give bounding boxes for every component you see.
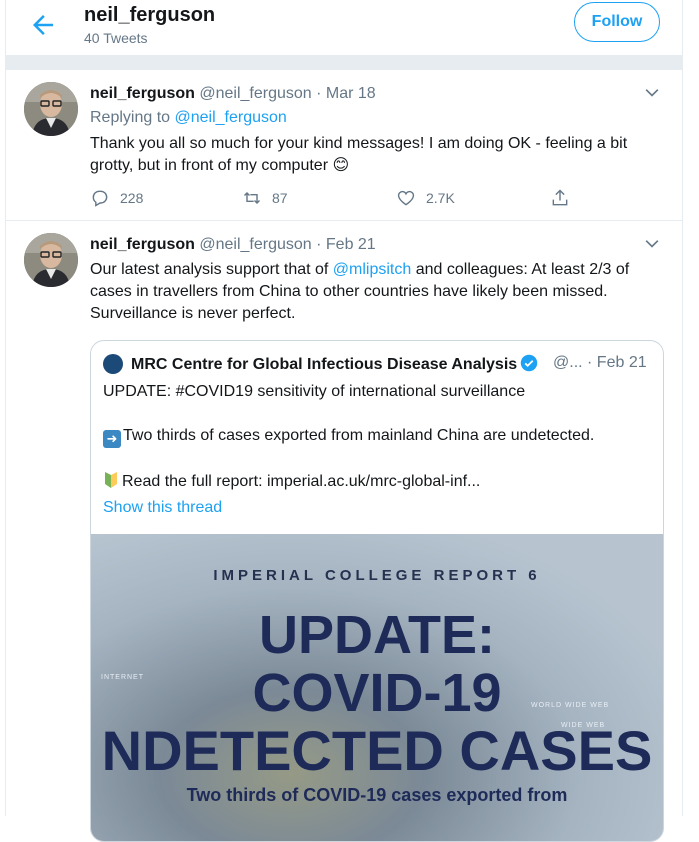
avatar[interactable] — [24, 82, 78, 136]
share-button[interactable] — [550, 186, 580, 210]
tweet-author-name[interactable]: neil_ferguson — [90, 236, 195, 253]
profile-header: neil_ferguson 40 Tweets Follow — [6, 0, 682, 55]
quoted-avatar[interactable] — [103, 354, 123, 374]
profile-name: neil_ferguson — [84, 4, 216, 26]
right-arrow-emoji-icon: ➜ — [103, 430, 121, 448]
tweet-text: Thank you all so much for your kind mess… — [90, 133, 670, 177]
follow-button[interactable]: Follow — [574, 2, 660, 42]
report-headline-1: UPDATE: — [259, 605, 495, 665]
retweet-icon — [243, 191, 261, 205]
quoted-tweet[interactable]: MRC Centre for Global Infectious Disease… — [90, 340, 664, 842]
replying-handle-link[interactable]: @neil_ferguson — [175, 109, 287, 126]
like-count: 2.7K — [426, 190, 455, 206]
quoted-line-3: Read the full report: imperial.ac.uk/mrc… — [122, 473, 481, 490]
section-divider — [6, 55, 682, 70]
tweet-actions: 228 87 2.7K — [90, 186, 610, 210]
quoted-line-2: Two thirds of cases exported from mainla… — [123, 427, 595, 444]
tweet-body-start: Our latest analysis support that of — [90, 261, 329, 278]
chevron-down-icon[interactable] — [642, 83, 662, 103]
retweet-count: 87 — [272, 190, 288, 206]
back-arrow-icon[interactable] — [28, 10, 58, 40]
report-subtitle: Two thirds of COVID-19 cases exported fr… — [186, 785, 568, 805]
tweet-author-meta: @neil_ferguson · Feb 21 — [199, 236, 376, 253]
reply-icon — [92, 190, 108, 207]
tweet-text: Our latest analysis support that of @mli… — [90, 259, 670, 325]
replying-to: Replying to @neil_ferguson — [90, 109, 287, 127]
show-thread-link[interactable]: Show this thread — [103, 499, 222, 517]
tweet-author-meta: @neil_ferguson · Mar 18 — [199, 85, 376, 102]
quoted-meta: @... · Feb 21 — [553, 354, 647, 371]
share-icon — [552, 189, 568, 206]
report-image[interactable]: INTERNET WORLD WIDE WEB WIDE WEB IMPERIA… — [91, 534, 663, 841]
timeline-column: neil_ferguson 40 Tweets Follow neil_ferg… — [5, 0, 683, 842]
quoted-author-name[interactable]: MRC Centre for Global Infectious Disease… — [131, 356, 517, 373]
beginner-symbol-icon — [105, 472, 117, 488]
tweet-author-name[interactable]: neil_ferguson — [90, 85, 195, 102]
verified-badge-icon — [520, 354, 538, 372]
chevron-down-icon[interactable] — [642, 234, 662, 254]
reply-button[interactable]: 228 — [90, 186, 143, 210]
report-kicker: IMPERIAL COLLEGE REPORT 6 — [213, 567, 541, 584]
report-headline-3: NDETECTED CASES — [101, 719, 653, 782]
tweet-body: Thank you all so much for your kind mess… — [90, 135, 628, 174]
replying-label: Replying to — [90, 109, 171, 126]
reply-count: 228 — [120, 190, 144, 206]
mention-link[interactable]: @mlipsitch — [333, 261, 411, 278]
heart-icon — [397, 190, 415, 206]
tweet[interactable]: neil_ferguson @neil_ferguson · Feb 21 Ou… — [6, 221, 682, 842]
avatar[interactable] — [24, 233, 78, 287]
retweet-button[interactable]: 87 — [242, 186, 288, 210]
like-button[interactable]: 2.7K — [396, 186, 455, 210]
tweet[interactable]: neil_ferguson @neil_ferguson · Mar 18 Re… — [6, 70, 682, 221]
report-headline-2: COVID-19 — [252, 663, 502, 723]
tweet-count: 40 Tweets — [84, 30, 148, 46]
quoted-line-1: UPDATE: #COVID19 sensitivity of internat… — [103, 383, 526, 400]
smile-emoji: 😊 — [332, 157, 350, 174]
